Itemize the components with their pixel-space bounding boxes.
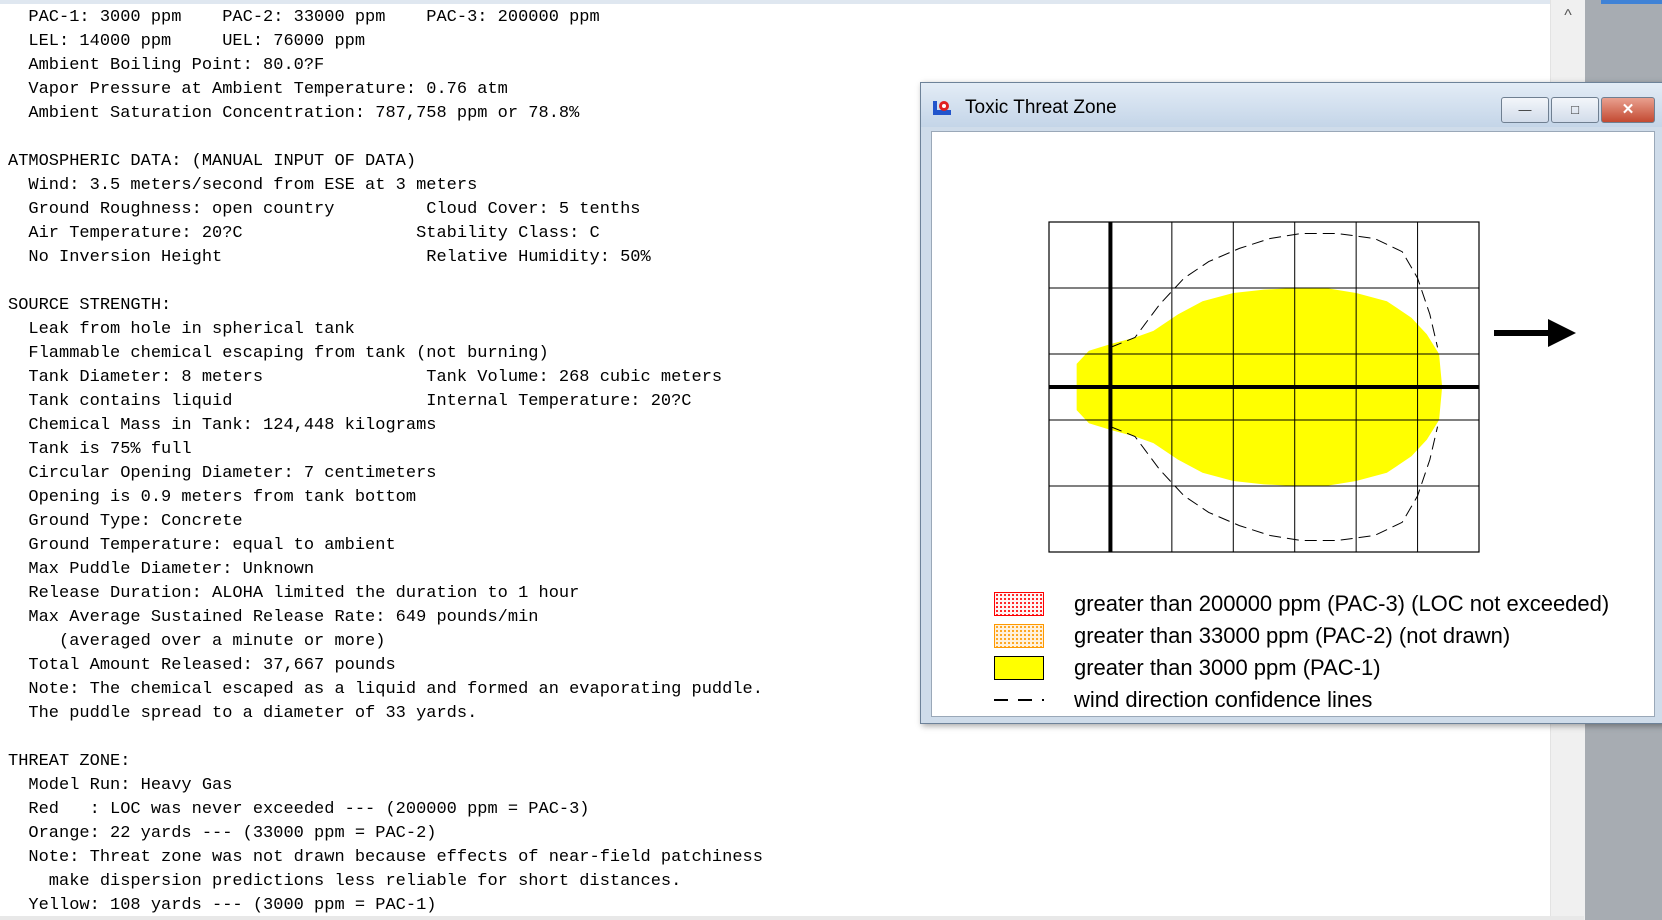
red-dotted-swatch — [994, 592, 1044, 616]
summary-line: LEL: 14000 ppm UEL: 76000 ppm — [8, 32, 366, 51]
toxic-threat-zone-window[interactable]: Toxic Threat Zone — □ ✕ greater than 200… — [920, 82, 1662, 724]
summary-line: Note: The chemical escaped as a liquid a… — [8, 680, 763, 699]
threat-zone-plot-area: greater than 200000 ppm (PAC-3) (LOC not… — [931, 131, 1655, 717]
summary-line: Opening is 0.9 meters from tank bottom — [8, 488, 417, 507]
top-edge — [0, 0, 1550, 4]
summary-line: Red : LOC was never exceeded --- (200000… — [8, 800, 590, 819]
yellow-swatch — [994, 656, 1044, 680]
scroll-up-arrow-icon[interactable]: ^ — [1551, 2, 1585, 30]
legend-item: greater than 3000 ppm (PAC-1) — [932, 654, 1654, 684]
summary-line: Release Duration: ALOHA limited the dura… — [8, 584, 580, 603]
summary-line: Tank Diameter: 8 meters Tank Volume: 268… — [8, 368, 723, 387]
summary-line — [8, 726, 763, 750]
summary-line: The puddle spread to a diameter of 33 ya… — [8, 704, 478, 723]
summary-line: Air Temperature: 20?C Stability Class: C — [8, 224, 600, 243]
window-titlebar[interactable]: Toxic Threat Zone — □ ✕ — [921, 83, 1662, 127]
summary-text: PAC-1: 3000 ppm PAC-2: 33000 ppm PAC-3: … — [8, 6, 763, 918]
summary-line: No Inversion Height Relative Humidity: 5… — [8, 248, 651, 267]
summary-line: Ground Roughness: open country Cloud Cov… — [8, 200, 641, 219]
summary-line: PAC-1: 3000 ppm PAC-2: 33000 ppm PAC-3: … — [8, 8, 600, 27]
legend-item: wind direction confidence lines — [932, 686, 1654, 716]
legend-label: wind direction confidence lines — [1074, 687, 1373, 712]
summary-line: Leak from hole in spherical tank — [8, 320, 355, 339]
orange-dotted-swatch — [994, 624, 1044, 648]
summary-line: Ground Type: Concrete — [8, 512, 243, 531]
summary-line: (averaged over a minute or more) — [8, 632, 386, 651]
legend-item: greater than 200000 ppm (PAC-3) (LOC not… — [932, 590, 1654, 620]
background-accent — [1601, 0, 1662, 4]
summary-line — [8, 270, 763, 294]
summary-line: Note: Threat zone was not drawn because … — [8, 848, 763, 867]
summary-line: SOURCE STRENGTH: — [8, 296, 172, 315]
summary-line: make dispersion predictions less reliabl… — [8, 872, 682, 891]
summary-line: Ambient Boiling Point: 80.0?F — [8, 56, 325, 75]
app-map-icon — [933, 101, 951, 115]
summary-line: Circular Opening Diameter: 7 centimeters — [8, 464, 437, 483]
summary-line: Yellow: 108 yards --- (3000 ppm = PAC-1) — [8, 896, 437, 915]
window-title: Toxic Threat Zone — [965, 97, 1117, 118]
close-button[interactable]: ✕ — [1601, 97, 1655, 123]
legend-label: greater than 3000 ppm (PAC-1) — [1074, 655, 1381, 680]
summary-line: Wind: 3.5 meters/second from ESE at 3 me… — [8, 176, 478, 195]
bottom-edge — [0, 916, 1584, 920]
summary-line: THREAT ZONE: — [8, 752, 131, 771]
summary-line: ATMOSPHERIC DATA: (MANUAL INPUT OF DATA) — [8, 152, 417, 171]
summary-line: Tank is 75% full — [8, 440, 192, 459]
chart-legend: greater than 200000 ppm (PAC-3) (LOC not… — [932, 132, 1654, 716]
dashed-line-swatch — [994, 699, 1044, 701]
maximize-button[interactable]: □ — [1551, 97, 1599, 123]
legend-label: greater than 200000 ppm (PAC-3) (LOC not… — [1074, 591, 1610, 616]
summary-line: Tank contains liquid Internal Temperatur… — [8, 392, 692, 411]
legend-item: greater than 33000 ppm (PAC-2) (not draw… — [932, 622, 1654, 652]
summary-line: Flammable chemical escaping from tank (n… — [8, 344, 549, 363]
summary-line: Max Puddle Diameter: Unknown — [8, 560, 315, 579]
summary-line: Orange: 22 yards --- (33000 ppm = PAC-2) — [8, 824, 437, 843]
summary-line: Vapor Pressure at Ambient Temperature: 0… — [8, 80, 508, 99]
summary-line: Model Run: Heavy Gas — [8, 776, 233, 795]
summary-line: Ground Temperature: equal to ambient — [8, 536, 396, 555]
legend-label: greater than 33000 ppm (PAC-2) (not draw… — [1074, 623, 1511, 648]
summary-line: Ambient Saturation Concentration: 787,75… — [8, 104, 580, 123]
summary-line: Chemical Mass in Tank: 124,448 kilograms — [8, 416, 437, 435]
summary-line: Max Average Sustained Release Rate: 649 … — [8, 608, 539, 627]
summary-line — [8, 126, 763, 150]
minimize-button[interactable]: — — [1501, 97, 1549, 123]
summary-line: Total Amount Released: 37,667 pounds — [8, 656, 396, 675]
